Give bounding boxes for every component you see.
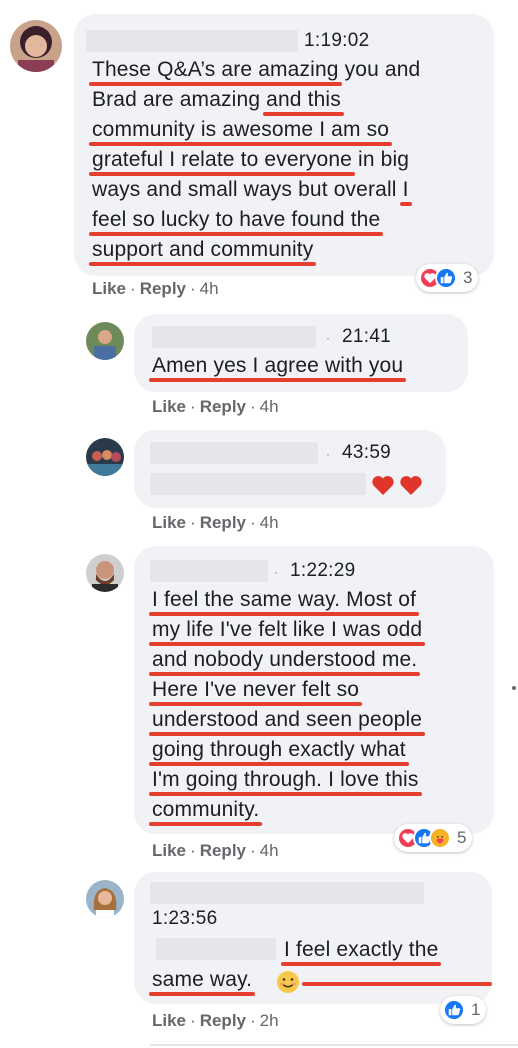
- like-link[interactable]: Like: [152, 841, 186, 860]
- reaction-summary[interactable]: 1: [440, 996, 487, 1024]
- separator: ·: [250, 513, 256, 532]
- comment-timestamp: 1:19:02: [304, 30, 370, 51]
- separator: ·: [250, 397, 256, 416]
- text-segment: and this: [266, 88, 341, 111]
- avatar[interactable]: [86, 554, 124, 592]
- reaction-summary[interactable]: 3: [416, 264, 479, 292]
- comment-timestamp: 1:23:56: [152, 908, 218, 929]
- separator: ·: [190, 279, 196, 298]
- comment-timestamp: 1:22:29: [290, 560, 356, 581]
- text-segment: and nobody understood me.: [152, 648, 418, 671]
- text-segment: I feel exactly the: [284, 938, 439, 961]
- like-link[interactable]: Like: [92, 279, 126, 298]
- comment-age[interactable]: 2h: [260, 1011, 279, 1030]
- text-segment: my life I've felt like I was odd: [152, 618, 423, 641]
- avatar[interactable]: [86, 438, 124, 476]
- comment-age[interactable]: 4h: [260, 513, 279, 532]
- comment-actions: Like · Reply · 4h: [152, 397, 279, 417]
- avatar[interactable]: [86, 322, 124, 360]
- text-segment: I feel the same way. Most of: [152, 588, 417, 611]
- like-icon: [435, 267, 457, 289]
- comment-age[interactable]: 4h: [200, 279, 219, 298]
- text-segment: you and: [338, 58, 421, 81]
- reply-link[interactable]: Reply: [200, 1011, 246, 1030]
- reaction-summary[interactable]: 5: [394, 824, 473, 852]
- text-segment: support and community: [92, 238, 314, 261]
- separator: ·: [250, 1011, 256, 1030]
- smiley-emoji-icon: [277, 971, 299, 993]
- heart-icon: [372, 476, 394, 495]
- author-name-redacted: [150, 560, 268, 582]
- mention-redacted: [156, 938, 276, 960]
- avatar[interactable]: [10, 20, 62, 72]
- heart-icon: [400, 476, 422, 495]
- reaction-count: 1: [471, 1000, 481, 1019]
- comment-timestamp: 21:41: [342, 326, 392, 347]
- text-segment: community is awesome I am so: [92, 118, 390, 141]
- comment-age[interactable]: 4h: [260, 841, 279, 860]
- comment-actions: Like · Reply · 4h: [152, 513, 279, 533]
- text-segment: grateful I relate to everyone: [92, 148, 353, 171]
- separator: ·: [130, 279, 136, 298]
- author-name-redacted: [150, 882, 424, 904]
- like-icon: [443, 999, 465, 1021]
- text-segment: Brad are amazing: [92, 88, 267, 111]
- comment-text-redacted: [150, 473, 366, 495]
- comment-text: same way.: [152, 965, 252, 995]
- like-link[interactable]: Like: [152, 513, 186, 532]
- text-segment: These Q&A’s are amazing: [92, 58, 339, 81]
- care-icon: [429, 827, 451, 849]
- separator: ·: [250, 841, 256, 860]
- separator: ·: [190, 841, 196, 860]
- comment-text: These Q&A’s are amazing you and Brad are…: [92, 55, 420, 265]
- text-segment: understood and seen people: [152, 708, 423, 731]
- like-link[interactable]: Like: [152, 397, 186, 416]
- text-segment: Here I've never felt so: [152, 678, 360, 701]
- comment-text: Amen yes I agree with you: [152, 351, 403, 381]
- comment-timestamp: 43:59: [342, 442, 392, 463]
- text-segment: going through exactly what: [152, 738, 406, 761]
- comment-text: I feel the same way. Most of my life I'v…: [152, 585, 422, 825]
- comment-age[interactable]: 4h: [260, 397, 279, 416]
- avatar[interactable]: [86, 880, 124, 918]
- reaction-count: 5: [457, 828, 467, 847]
- separator: ·: [190, 1011, 196, 1030]
- text-segment: I: [402, 178, 409, 201]
- text-segment: Amen yes I agree with you: [152, 354, 404, 377]
- comment-text: I feel exactly the: [284, 935, 438, 965]
- text-segment: same way.: [152, 968, 253, 991]
- separator: ·: [190, 513, 196, 532]
- separator-dot: ·: [326, 331, 330, 345]
- like-link[interactable]: Like: [152, 1011, 186, 1030]
- underline-mark: [302, 982, 492, 986]
- text-segment: in big: [352, 148, 410, 171]
- comment-actions: Like · Reply · 4h: [92, 279, 219, 299]
- divider: [150, 1044, 518, 1046]
- author-name-redacted: [152, 326, 316, 348]
- comment-actions: Like · Reply · 4h: [152, 841, 279, 861]
- text-segment: ways and small ways but overall: [92, 178, 403, 201]
- reply-link[interactable]: Reply: [200, 841, 246, 860]
- reply-link[interactable]: Reply: [200, 397, 246, 416]
- more-options-icon[interactable]: [512, 686, 516, 690]
- reply-link[interactable]: Reply: [200, 513, 246, 532]
- separator-dot: ·: [274, 565, 278, 579]
- text-segment: community.: [152, 798, 260, 821]
- reply-link[interactable]: Reply: [140, 279, 186, 298]
- text-segment: I'm going through. I love this: [152, 768, 419, 791]
- author-name-redacted: [86, 30, 298, 52]
- text-segment: feel so lucky to have found the: [92, 208, 381, 231]
- heart-emoji: [370, 472, 424, 498]
- author-name-redacted: [150, 442, 318, 464]
- reaction-count: 3: [463, 268, 473, 287]
- separator-dot: ·: [326, 447, 330, 461]
- separator: ·: [190, 397, 196, 416]
- comment-actions: Like · Reply · 2h: [152, 1011, 279, 1031]
